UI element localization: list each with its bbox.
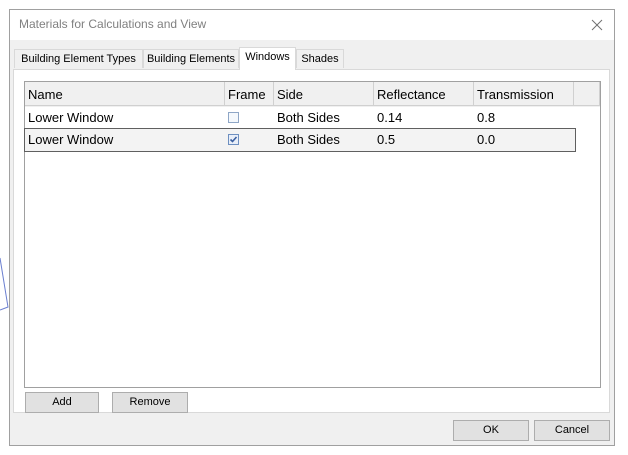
cell-side[interactable]: Both Sides: [274, 107, 374, 129]
table-row[interactable]: Lower Window Both Sides 0.5 0.0: [24, 128, 576, 152]
column-header-transmission[interactable]: Transmission: [474, 82, 574, 106]
cell-transmission[interactable]: 0.0: [474, 129, 574, 151]
tab-building-elements[interactable]: Building Elements: [143, 49, 239, 68]
column-header-name[interactable]: Name: [25, 82, 225, 106]
close-button[interactable]: [580, 10, 614, 40]
grid-header: Name Frame Side Reflectance Transmission: [25, 82, 600, 107]
windows-grid[interactable]: Name Frame Side Reflectance Transmission…: [24, 81, 601, 388]
tab-shades[interactable]: Shades: [296, 49, 344, 68]
windows-tab-panel: Name Frame Side Reflectance Transmission…: [13, 69, 610, 413]
ok-button[interactable]: OK: [453, 420, 529, 441]
column-header-reflectance[interactable]: Reflectance: [374, 82, 474, 106]
table-row[interactable]: Lower Window Both Sides 0.14 0.8: [25, 107, 575, 129]
cell-name[interactable]: Lower Window: [25, 129, 225, 151]
dialog-title: Materials for Calculations and View: [19, 17, 207, 31]
frame-checkbox[interactable]: [228, 112, 239, 123]
close-icon: [591, 19, 603, 31]
check-icon: [229, 136, 238, 143]
column-header-frame[interactable]: Frame: [225, 82, 274, 106]
remove-button[interactable]: Remove: [112, 392, 188, 413]
column-header-side[interactable]: Side: [274, 82, 374, 106]
cell-transmission[interactable]: 0.8: [474, 107, 574, 129]
materials-dialog: Materials for Calculations and View Buil…: [9, 9, 615, 446]
title-bar: Materials for Calculations and View: [10, 10, 614, 40]
add-button[interactable]: Add: [25, 392, 99, 413]
cell-reflectance[interactable]: 0.14: [374, 107, 474, 129]
cell-side[interactable]: Both Sides: [274, 129, 374, 151]
tab-strip: Building Element Types Building Elements…: [10, 47, 614, 70]
cancel-button[interactable]: Cancel: [534, 420, 610, 441]
cell-reflectance[interactable]: 0.5: [374, 129, 474, 151]
cell-name[interactable]: Lower Window: [25, 107, 225, 129]
frame-checkbox[interactable]: [228, 134, 239, 145]
tab-windows[interactable]: Windows: [239, 47, 296, 70]
tab-building-element-types[interactable]: Building Element Types: [14, 49, 143, 68]
column-header-filler: [574, 82, 600, 106]
